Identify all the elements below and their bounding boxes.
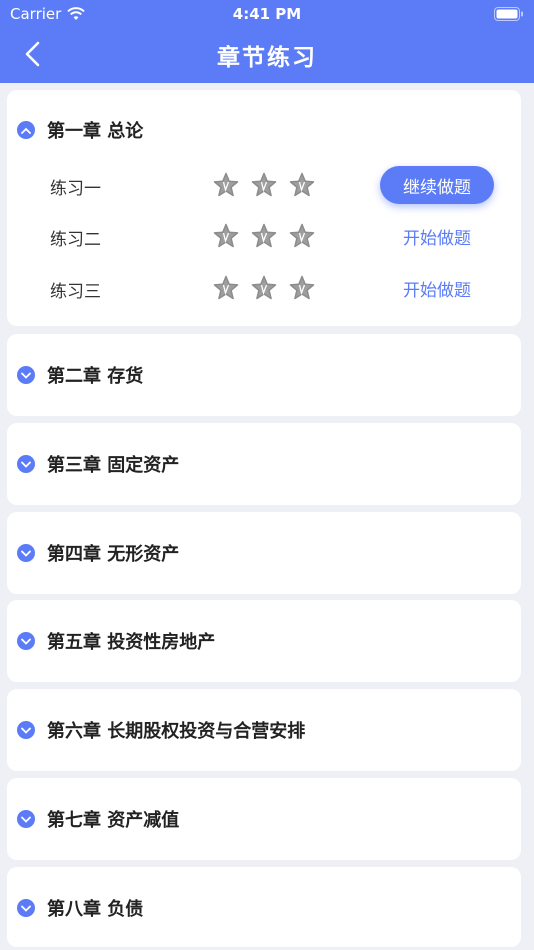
star-rating bbox=[213, 172, 315, 198]
chevron-down-icon bbox=[17, 899, 35, 917]
continue-exercise-button[interactable]: 继续做题 bbox=[380, 166, 494, 204]
battery-icon bbox=[494, 7, 523, 21]
chevron-down-icon bbox=[17, 544, 35, 562]
chapter-card-5[interactable]: 第五章 投资性房地产 bbox=[7, 600, 521, 682]
star-icon bbox=[251, 275, 277, 300]
star-icon bbox=[289, 275, 315, 300]
chevron-up-icon bbox=[17, 121, 35, 139]
chapter-card-1: 第一章 总论 练习一 继续做题 练习二 开始做题 练习三 开始做题 bbox=[7, 90, 521, 326]
chapter-header-2[interactable]: 第二章 存货 bbox=[17, 334, 143, 416]
chapter-title: 第三章 固定资产 bbox=[47, 455, 180, 476]
chapter-title: 第五章 投资性房地产 bbox=[47, 632, 216, 653]
chapter-card-2[interactable]: 第二章 存货 bbox=[7, 334, 521, 416]
chevron-down-icon bbox=[17, 721, 35, 739]
star-icon bbox=[251, 172, 277, 197]
status-bar: Carrier 4:41 PM bbox=[0, 0, 534, 28]
chapter-header-8[interactable]: 第八章 负债 bbox=[17, 867, 143, 949]
chapter-title: 第六章 长期股权投资与合营安排 bbox=[47, 721, 306, 742]
exercise-label: 练习一 bbox=[50, 179, 101, 199]
star-icon bbox=[289, 223, 315, 248]
star-icon bbox=[289, 172, 315, 197]
app-header: Carrier 4:41 PM 章节练习 bbox=[0, 0, 534, 83]
chapter-card-6[interactable]: 第六章 长期股权投资与合营安排 bbox=[7, 689, 521, 771]
chevron-down-icon bbox=[17, 366, 35, 384]
exercise-row-1: 练习一 继续做题 bbox=[7, 166, 521, 206]
star-icon bbox=[213, 275, 239, 300]
chapter-header-1[interactable]: 第一章 总论 bbox=[17, 90, 143, 170]
chevron-down-icon bbox=[17, 632, 35, 650]
chapter-header-6[interactable]: 第六章 长期股权投资与合营安排 bbox=[17, 689, 305, 771]
star-icon bbox=[213, 223, 239, 248]
chevron-down-icon bbox=[17, 455, 35, 473]
chapter-title: 第四章 无形资产 bbox=[47, 544, 180, 565]
status-time: 4:41 PM bbox=[232, 5, 302, 23]
chapter-title: 第一章 总论 bbox=[47, 121, 144, 142]
exercise-row-3: 练习三 开始做题 bbox=[7, 269, 521, 309]
chapter-header-3[interactable]: 第三章 固定资产 bbox=[17, 423, 179, 505]
star-rating bbox=[213, 223, 315, 249]
chapter-header-7[interactable]: 第七章 资产减值 bbox=[17, 778, 179, 860]
star-rating bbox=[213, 275, 315, 301]
page-title: 章节练习 bbox=[217, 45, 317, 71]
chapter-title: 第七章 资产减值 bbox=[47, 810, 180, 831]
chapter-card-3[interactable]: 第三章 固定资产 bbox=[7, 423, 521, 505]
start-exercise-button[interactable]: 开始做题 bbox=[380, 217, 494, 255]
star-icon bbox=[213, 172, 239, 197]
chapter-card-4[interactable]: 第四章 无形资产 bbox=[7, 512, 521, 594]
exercise-row-2: 练习二 开始做题 bbox=[7, 217, 521, 257]
chapter-header-5[interactable]: 第五章 投资性房地产 bbox=[17, 600, 215, 682]
chapter-card-8[interactable]: 第八章 负债 bbox=[7, 867, 521, 947]
chapter-title: 第二章 存货 bbox=[47, 366, 144, 387]
chapter-card-7[interactable]: 第七章 资产减值 bbox=[7, 778, 521, 860]
exercise-label: 练习二 bbox=[50, 230, 101, 250]
chapter-header-4[interactable]: 第四章 无形资产 bbox=[17, 512, 179, 594]
exercise-label: 练习三 bbox=[50, 282, 101, 302]
chevron-down-icon bbox=[17, 810, 35, 828]
start-exercise-button[interactable]: 开始做题 bbox=[380, 269, 494, 307]
chapter-title: 第八章 负债 bbox=[47, 899, 144, 920]
star-icon bbox=[251, 223, 277, 248]
